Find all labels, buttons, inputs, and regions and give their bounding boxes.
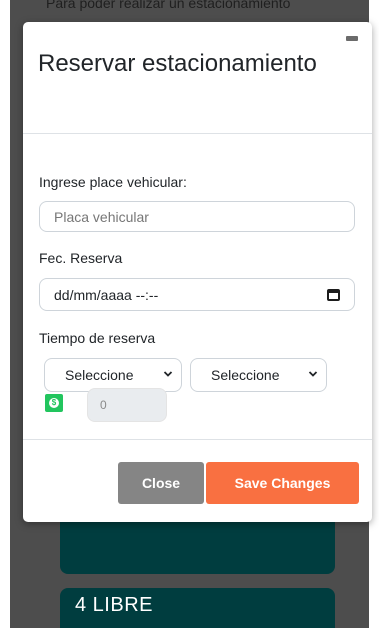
calendar-icon[interactable] <box>327 288 340 301</box>
modal-header: Reservar estacionamiento <box>23 22 372 134</box>
money-icon: $ <box>49 398 59 408</box>
modal-body: Ingrese place vehicular: Placa vehicular… <box>23 134 372 439</box>
chevron-down-icon <box>308 371 318 377</box>
plate-input[interactable]: Placa vehicular <box>39 201 355 232</box>
reservation-modal: Reservar estacionamiento Ingrese place v… <box>23 22 372 522</box>
background-text: Para poder realizar un estacionamiento <box>46 0 291 11</box>
date-input[interactable]: dd/mm/aaaa --:-- <box>39 278 355 311</box>
cancel-button[interactable]: Close <box>118 462 204 504</box>
money-button[interactable]: $ <box>45 394 63 412</box>
duration-select-1[interactable]: Seleccione <box>44 358 182 392</box>
date-value: dd/mm/aaaa --:-- <box>54 286 159 303</box>
chevron-down-icon <box>163 371 173 377</box>
amount-field: 0 <box>87 388 167 422</box>
duration-select-2-value: Seleccione <box>211 367 280 383</box>
duration-select-2[interactable]: Seleccione <box>190 358 327 392</box>
date-label: Fec. Reserva <box>39 250 123 266</box>
duration-select-1-value: Seleccione <box>65 367 134 383</box>
save-button[interactable]: Save Changes <box>206 462 359 504</box>
parking-status-label: 4 LIBRE <box>75 594 153 616</box>
duration-label: Tiempo de reserva <box>39 330 156 346</box>
modal-title: Reservar estacionamiento <box>38 50 317 77</box>
minimize-icon <box>346 36 358 41</box>
plate-placeholder: Placa vehicular <box>54 208 149 225</box>
modal-footer: Close Save Changes <box>23 439 372 523</box>
close-button[interactable] <box>344 34 360 42</box>
plate-label: Ingrese place vehicular: <box>39 174 187 190</box>
parking-card-free: 4 LIBRE <box>60 588 335 628</box>
